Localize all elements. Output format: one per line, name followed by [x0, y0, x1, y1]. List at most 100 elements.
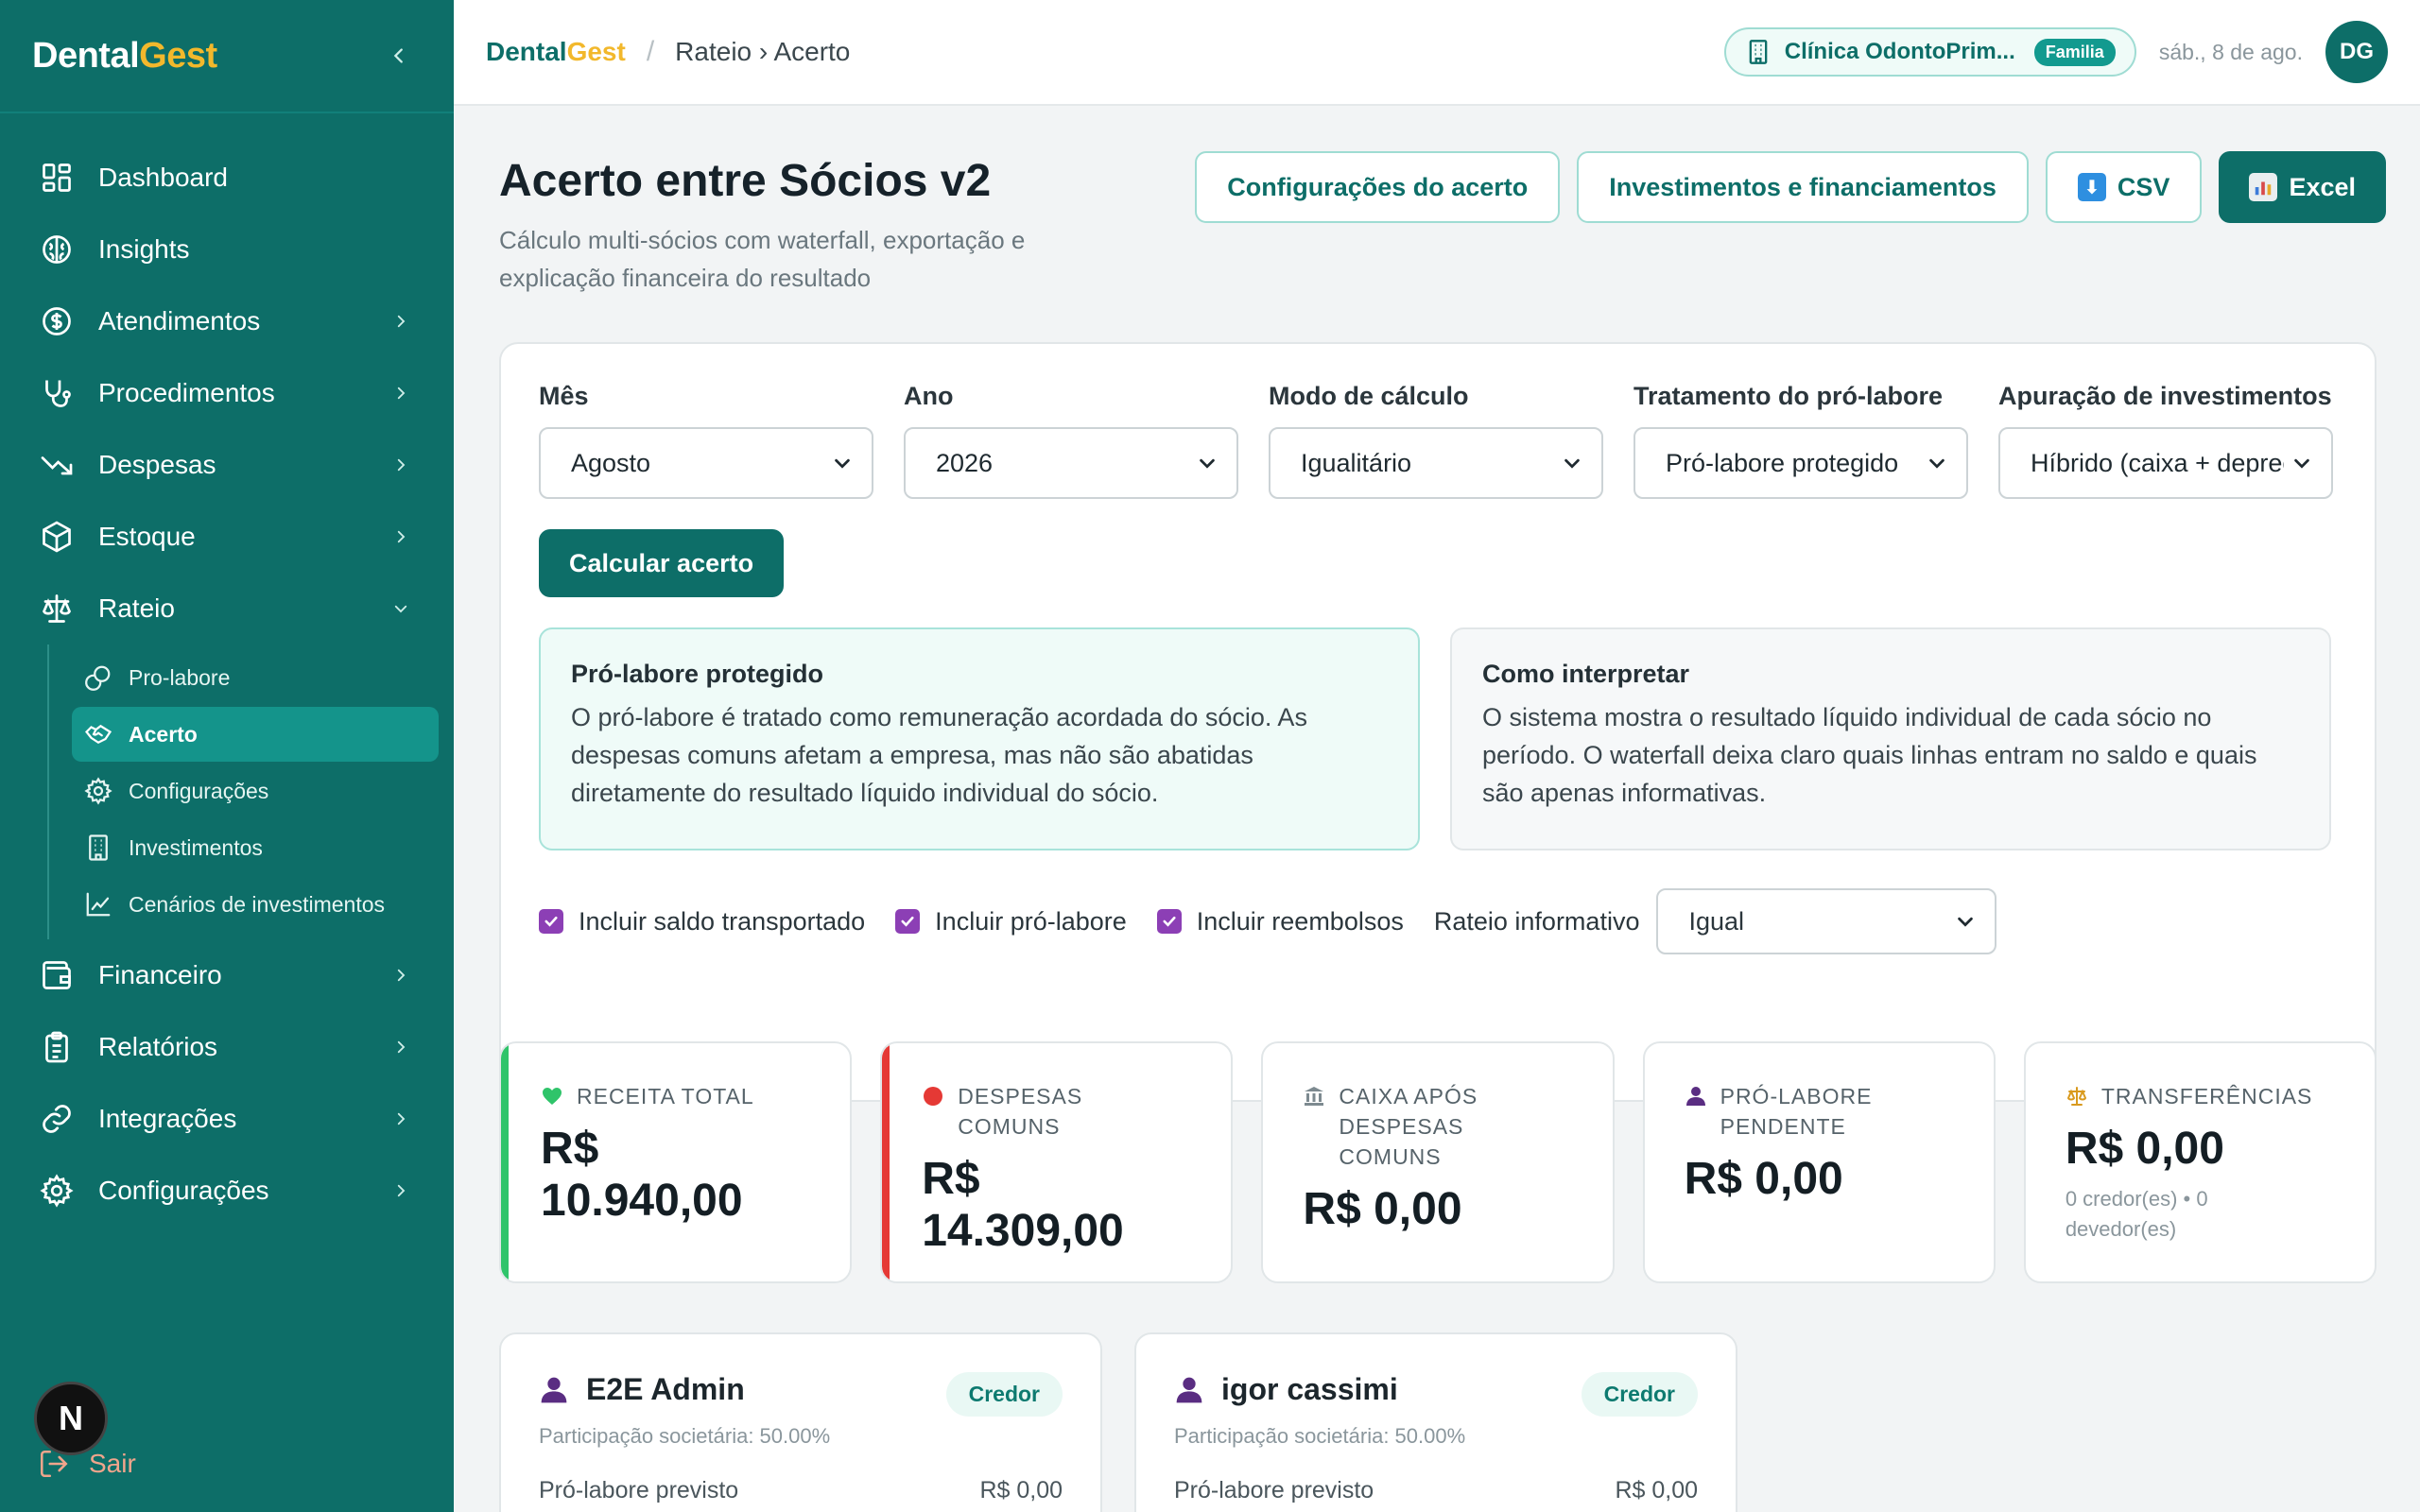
status-badge: Credor	[1581, 1372, 1698, 1417]
kpi-label-text: Receita total	[577, 1084, 754, 1108]
sidebar-item-dashboard[interactable]: Dashboard	[0, 142, 454, 214]
red-circle-icon	[924, 1087, 943, 1106]
sidebar-item-procedimentos[interactable]: Procedimentos	[0, 357, 454, 429]
chevron-right-icon	[389, 964, 412, 987]
breadcrumb-brand-part1: Dental	[486, 37, 567, 66]
sidebar-subitem-label: Acerto	[129, 721, 198, 747]
kpi-value: R$ 10.940,00	[541, 1124, 743, 1226]
sidebar-subitem-investimentos[interactable]: Investimentos	[72, 820, 439, 875]
chevron-down-icon	[2294, 458, 2309, 469]
sidebar: DentalGest Dashboard Insights Atendiment…	[0, 0, 454, 1512]
apuracao-select[interactable]: Híbrido (caixa + deprecia	[1998, 427, 2333, 499]
download-icon: ⬇	[2077, 173, 2106, 201]
info-text: O sistema mostra o resultado líquido ind…	[1482, 703, 2257, 807]
sidebar-subitem-acerto[interactable]: Acerto	[72, 707, 439, 762]
bank-icon	[1305, 1087, 1324, 1106]
sidebar-item-integracoes[interactable]: Integrações	[0, 1083, 454, 1155]
brain-icon	[38, 231, 76, 268]
kpi-label: Transferências	[2066, 1081, 2335, 1111]
scale-icon	[2066, 1087, 2086, 1106]
sidebar-item-label: Relatórios	[98, 1032, 218, 1061]
calcular-acerto-button[interactable]: Calcular acerto	[539, 529, 785, 597]
rateio-informativo-select[interactable]: Igual	[1656, 888, 1997, 954]
sidebar-item-configuracoes[interactable]: Configurações	[0, 1155, 454, 1227]
sidebar-item-relatorios[interactable]: Relatórios	[0, 1011, 454, 1083]
checkbox-label: Incluir saldo transportado	[579, 906, 866, 936]
clinic-name: Clínica OdontoPrim...	[1784, 39, 2015, 64]
partner-card: igor cassimi Participação societária: 50…	[1134, 1332, 1737, 1512]
chevron-right-icon	[389, 310, 412, 333]
sidebar-item-despesas[interactable]: Despesas	[0, 429, 454, 501]
csv-export-button[interactable]: ⬇ CSV	[2045, 151, 2203, 223]
person-icon	[1176, 1377, 1202, 1402]
chevron-down-icon	[835, 458, 850, 469]
sidebar-item-label: Integrações	[98, 1104, 237, 1133]
config-acerto-button[interactable]: Configurações do acerto	[1195, 151, 1561, 223]
mes-select[interactable]: Agosto	[539, 427, 873, 499]
current-date: sáb., 8 de ago.	[2158, 39, 2303, 64]
checkbox-label: Incluir reembolsos	[1196, 906, 1404, 936]
reembolsos-checkbox[interactable]: Incluir reembolsos	[1156, 906, 1404, 936]
sidebar-item-label: Atendimentos	[98, 306, 261, 335]
chevron-right-icon	[389, 525, 412, 548]
avatar[interactable]: DG	[2325, 21, 2388, 83]
filter-card: Mês Agosto Ano 2026 Modo de cálculo Igua…	[499, 342, 2377, 1102]
ano-field: Ano 2026	[904, 382, 1238, 499]
prolabore-info-box: Pró-labore protegido O pró-labore é trat…	[539, 627, 1420, 850]
breadcrumb-brand-part2: Gest	[566, 37, 626, 66]
sidebar-item-rateio[interactable]: Rateio	[0, 573, 454, 644]
building-icon	[1745, 39, 1772, 65]
chevron-right-icon	[389, 382, 412, 404]
sidebar-nav: Dashboard Insights Atendimentos Procedim…	[0, 113, 454, 1227]
excel-export-button[interactable]: Excel	[2219, 151, 2386, 223]
checkbox-checked-icon	[1156, 909, 1182, 934]
info-title: Pró-labore protegido	[571, 660, 824, 688]
partner-row: Pró-labore previsto R$ 0,00	[539, 1477, 1063, 1504]
sidebar-item-atendimentos[interactable]: Atendimentos	[0, 285, 454, 357]
kpi-row: Receita total R$ 10.940,00 Despesas comu…	[499, 1041, 2377, 1283]
kpi-value: R$ 0,00	[2065, 1124, 2224, 1174]
partner-card: E2E Admin Participação societária: 50.00…	[499, 1332, 1102, 1512]
sidebar-item-label: Financeiro	[98, 960, 222, 989]
modo-label: Modo de cálculo	[1269, 382, 1469, 410]
sidebar-item-label: Insights	[98, 234, 190, 264]
ano-select[interactable]: 2026	[904, 427, 1238, 499]
sidebar-header: DentalGest	[0, 0, 454, 113]
sidebar-item-label: Rateio	[98, 593, 175, 623]
kpi-value: R$ 0,00	[1303, 1184, 1462, 1234]
saldo-transportado-checkbox[interactable]: Incluir saldo transportado	[539, 907, 865, 936]
sidebar-item-label: Procedimentos	[98, 378, 275, 407]
dev-tools-badge[interactable]: N	[34, 1382, 108, 1455]
partner-row-label: Pró-labore previsto	[1174, 1477, 1374, 1503]
prolabore-select[interactable]: Pró-labore protegido	[1634, 427, 1968, 499]
sidebar-item-estoque[interactable]: Estoque	[0, 501, 454, 573]
wallet-icon	[38, 956, 76, 994]
logout-button[interactable]: Sair	[38, 1448, 136, 1480]
dashboard-icon	[38, 159, 76, 197]
sidebar-item-insights[interactable]: Insights	[0, 214, 454, 285]
sidebar-item-financeiro[interactable]: Financeiro	[0, 939, 454, 1011]
prolabore-checkbox[interactable]: Incluir pró-labore	[895, 907, 1127, 936]
sidebar-subitem-pro-labore[interactable]: Pro-labore	[72, 650, 439, 705]
ano-label: Ano	[904, 382, 954, 410]
collapse-sidebar-button[interactable]	[386, 43, 412, 69]
checkbox-checked-icon	[539, 909, 563, 934]
prolabore-label: Tratamento do pró-labore	[1634, 382, 1944, 410]
modo-field: Modo de cálculo Igualitário	[1269, 382, 1603, 499]
breadcrumb-brand[interactable]: DentalGest	[486, 37, 626, 67]
brand-logo[interactable]: DentalGest	[32, 36, 217, 77]
kpi-label-text: Pró-labore pendente	[1720, 1084, 1873, 1139]
clinic-selector[interactable]: Clínica OdontoPrim... Familia	[1723, 27, 2136, 77]
kpi-note: 0 credor(es) • 0 devedor(es)	[2065, 1187, 2208, 1241]
scale-icon	[38, 590, 76, 627]
brand-part2: Gest	[139, 35, 217, 76]
brand-part1: Dental	[32, 35, 140, 76]
modo-select[interactable]: Igualitário	[1269, 427, 1603, 499]
chevron-right-icon	[389, 1179, 412, 1202]
investimentos-button[interactable]: Investimentos e financiamentos	[1577, 151, 2029, 223]
partner-row-label: Pró-labore previsto	[539, 1477, 739, 1503]
apuracao-value: Híbrido (caixa + deprecia	[2031, 448, 2284, 477]
sidebar-subitem-configuracoes[interactable]: Configurações	[72, 764, 439, 818]
kpi-label: Pró-labore pendente	[1685, 1081, 1954, 1142]
sidebar-subitem-cenarios[interactable]: Cenários de investimentos	[72, 877, 439, 932]
